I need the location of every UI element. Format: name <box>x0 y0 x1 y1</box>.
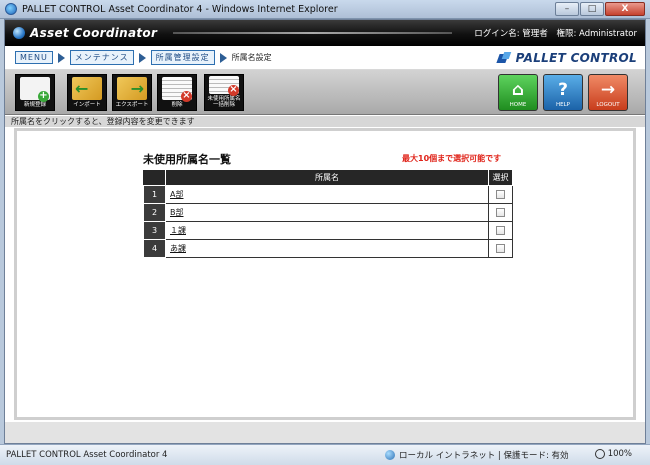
help-button-label: HELP <box>556 102 570 108</box>
column-header-number <box>143 169 166 186</box>
row-name-cell: B部 <box>165 203 489 222</box>
row-name-cell: あ課 <box>165 239 489 258</box>
affiliation-link[interactable]: A部 <box>170 190 183 199</box>
delete-icon <box>162 77 192 102</box>
globe-icon <box>385 450 395 460</box>
export-icon <box>117 77 147 100</box>
table-row: 4 あ課 <box>143 239 513 258</box>
pallet-control-logo-icon <box>498 52 512 64</box>
row-name-cell: １課 <box>165 221 489 240</box>
unused-delete-icon <box>209 76 239 96</box>
select-checkbox[interactable] <box>496 190 505 199</box>
table-row: 1 A部 <box>143 185 513 204</box>
window-title: PALLET CONTROL Asset Coordinator 4 - Win… <box>22 3 338 15</box>
logout-icon: → <box>600 80 616 100</box>
breadcrumb-affiliation-settings[interactable]: 所属管理設定 <box>150 50 215 65</box>
browser-statusbar: PALLET CONTROL Asset Coordinator 4 ローカル … <box>0 444 650 465</box>
export-button[interactable]: エクスポート <box>112 74 152 111</box>
security-zone: ローカル イントラネット | 保護モード: 有効 <box>385 449 569 461</box>
zoom-icon <box>594 449 605 459</box>
maximize-button[interactable]: □ <box>580 2 604 16</box>
info-message: 所属名をクリックすると、登録内容を変更できます <box>5 116 645 127</box>
affiliation-link[interactable]: １課 <box>170 226 186 235</box>
export-button-label: エクスポート <box>115 102 149 108</box>
unused-delete-button[interactable]: 未使用所属名一括削除 <box>204 74 244 111</box>
unused-affiliation-table: 所属名 選択 1 A部 2 B部 3 １課 4 あ課 <box>143 169 513 258</box>
select-checkbox[interactable] <box>496 226 505 235</box>
affiliation-link[interactable]: あ課 <box>170 244 186 253</box>
home-button-label: HOME <box>509 102 527 108</box>
status-text: PALLET CONTROL Asset Coordinator 4 <box>6 450 168 460</box>
window-controls: – □ X <box>555 2 645 16</box>
home-icon: ⌂ <box>511 80 525 100</box>
table-row: 2 B部 <box>143 203 513 222</box>
breadcrumb-arrow-icon <box>138 52 146 63</box>
ie-icon <box>5 3 17 15</box>
zoom-level: 100% <box>607 449 632 459</box>
logout-button[interactable]: → LOGOUT <box>588 74 628 111</box>
login-info: ログイン名: 管理者 権限: Administrator <box>468 27 637 39</box>
new-button[interactable]: 新規登録 <box>15 74 55 111</box>
affiliation-link[interactable]: B部 <box>170 208 184 217</box>
login-name: ログイン名: 管理者 <box>474 29 548 39</box>
window-titlebar: PALLET CONTROL Asset Coordinator 4 - Win… <box>0 0 650 19</box>
toolbar: 新規登録 インポート エクスポート 削除 未使用所属名一括削除 ⌂ HOME ?… <box>5 70 645 115</box>
login-role: 権限: Administrator <box>556 29 637 39</box>
row-select-cell <box>488 185 513 204</box>
app-name: Asset Coordinator <box>30 26 158 40</box>
logout-button-label: LOGOUT <box>596 102 620 108</box>
column-header-select: 選択 <box>488 169 513 186</box>
row-name-cell: A部 <box>165 185 489 204</box>
list-title: 未使用所属名一覧 <box>143 153 231 166</box>
column-header-name: 所属名 <box>165 169 489 186</box>
help-button[interactable]: ? HELP <box>543 74 583 111</box>
new-doc-icon <box>20 77 50 102</box>
help-icon: ? <box>558 80 568 100</box>
zoom-control[interactable]: 100% <box>594 449 632 459</box>
new-button-label: 新規登録 <box>23 102 46 108</box>
breadcrumb-arrow-icon <box>219 52 227 63</box>
row-number: 1 <box>143 185 166 204</box>
import-button[interactable]: インポート <box>67 74 107 111</box>
close-button[interactable]: X <box>605 2 645 16</box>
app-header: Asset Coordinator ログイン名: 管理者 権限: Adminis… <box>5 20 645 46</box>
table-row: 3 １課 <box>143 221 513 240</box>
select-checkbox[interactable] <box>496 244 505 253</box>
breadcrumb-menu[interactable]: MENU <box>15 51 53 64</box>
app-logo-icon <box>13 27 25 39</box>
row-number: 4 <box>143 239 166 258</box>
brand-logo: PALLET CONTROL <box>498 51 637 65</box>
main-content: 未使用所属名一覧 最大10個まで選択可能です 所属名 選択 1 A部 2 B部 <box>14 128 636 420</box>
import-icon <box>72 77 102 100</box>
security-zone-text: ローカル イントラネット | 保護モード: 有効 <box>399 451 569 461</box>
breadcrumb-current: 所属名設定 <box>231 53 272 62</box>
row-number: 3 <box>143 221 166 240</box>
breadcrumb-arrow-icon <box>57 52 65 63</box>
home-button[interactable]: ⌂ HOME <box>498 74 538 111</box>
row-select-cell <box>488 203 513 222</box>
table-header-row: 所属名 選択 <box>143 169 513 186</box>
delete-button[interactable]: 削除 <box>157 74 197 111</box>
import-button-label: インポート <box>73 102 101 108</box>
breadcrumb-maintenance[interactable]: メンテナンス <box>69 50 134 65</box>
select-checkbox[interactable] <box>496 208 505 217</box>
row-select-cell <box>488 221 513 240</box>
content-footer <box>5 422 645 443</box>
delete-button-label: 削除 <box>171 102 183 108</box>
row-number: 2 <box>143 203 166 222</box>
header-divider <box>173 32 453 34</box>
brand-name: PALLET CONTROL <box>515 51 637 65</box>
row-select-cell <box>488 239 513 258</box>
breadcrumb: MENU メンテナンス 所属管理設定 所属名設定 PALLET CONTROL <box>5 46 645 70</box>
app-frame: Asset Coordinator ログイン名: 管理者 権限: Adminis… <box>4 19 646 444</box>
unused-delete-button-label: 未使用所属名一括削除 <box>207 96 241 108</box>
selection-limit-note: 最大10個まで選択可能です <box>402 154 502 163</box>
minimize-button[interactable]: – <box>555 2 579 16</box>
